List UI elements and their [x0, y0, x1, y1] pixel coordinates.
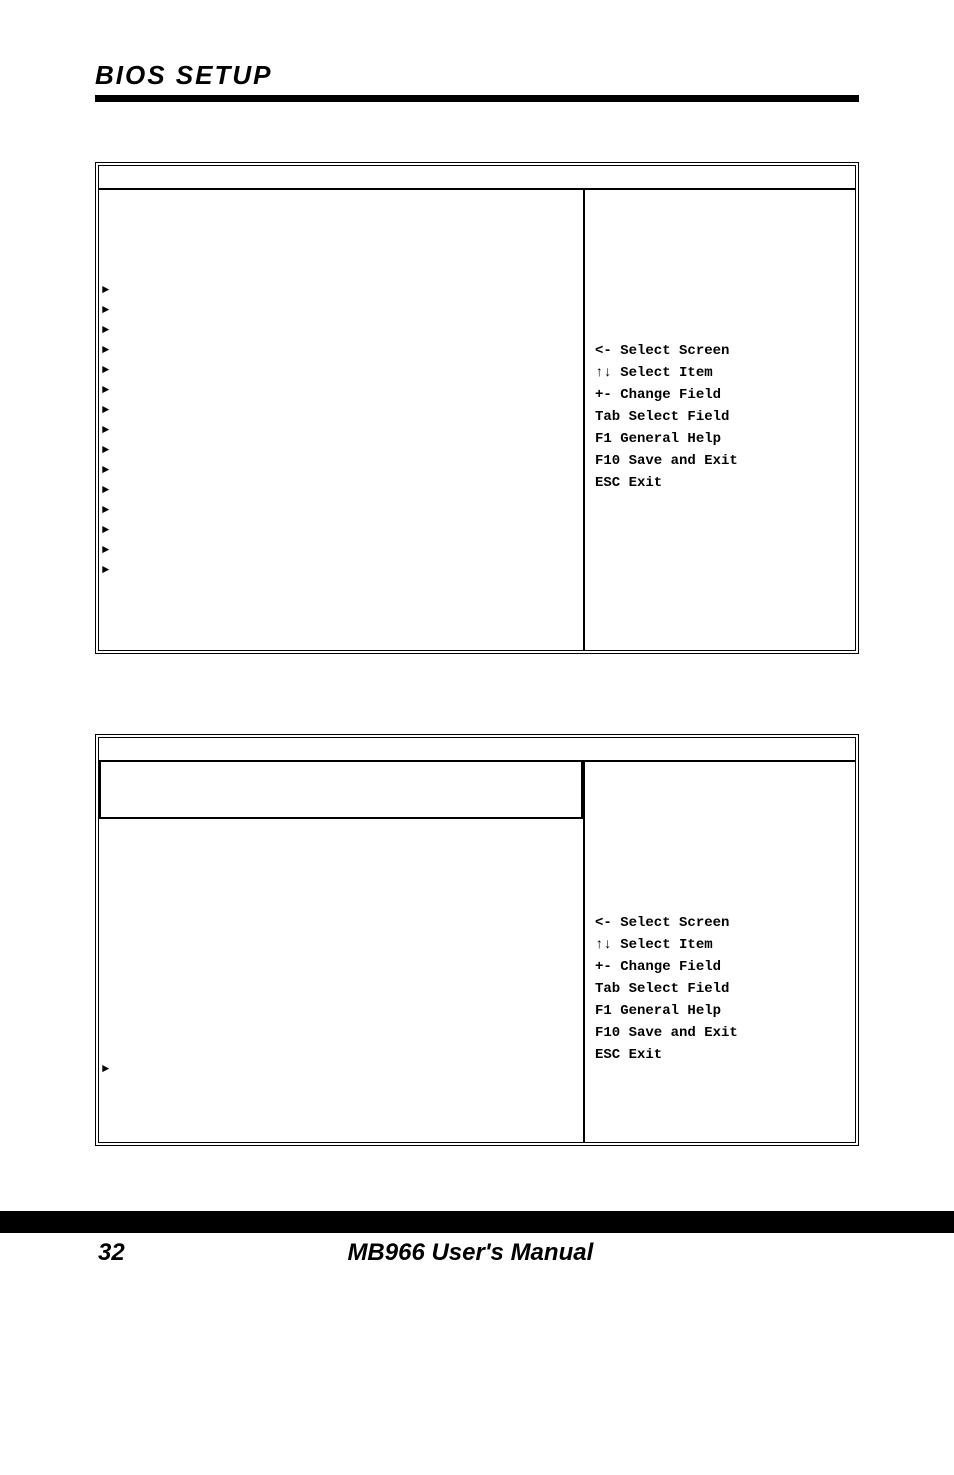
- bios-2-top-box: [99, 762, 583, 819]
- manual-title: MB966 User's Manual: [85, 1239, 856, 1267]
- help-line: ↑↓ Select Item: [595, 934, 840, 956]
- help-line: Tab Select Field: [595, 406, 840, 428]
- bios-screen-1: ► ► ► ► ► ► ► ► ► ► ► ► ► ► ► <- Select …: [95, 162, 859, 654]
- list-item: ►: [102, 320, 575, 340]
- list-item: ►: [102, 300, 575, 320]
- footer-band: [0, 1211, 954, 1233]
- list-item: ►: [102, 440, 575, 460]
- help-line: +- Change Field: [595, 956, 840, 978]
- header-rule: [95, 95, 859, 102]
- list-item: ►: [102, 420, 575, 440]
- list-item: ►: [102, 520, 575, 540]
- help-line: <- Select Screen: [595, 912, 840, 934]
- list-item: ►: [102, 340, 575, 360]
- help-line: F10 Save and Exit: [595, 1022, 840, 1044]
- list-item: ►: [102, 280, 575, 300]
- footer: 32 MB966 User's Manual: [95, 1239, 859, 1267]
- help-line: <- Select Screen: [595, 340, 840, 362]
- list-item: ►: [102, 540, 575, 560]
- help-line: F1 General Help: [595, 1000, 840, 1022]
- help-line: ↑↓ Select Item: [595, 362, 840, 384]
- bios-1-left: ► ► ► ► ► ► ► ► ► ► ► ► ► ► ►: [99, 190, 585, 650]
- list-item: ►: [102, 380, 575, 400]
- bios-1-header: [99, 166, 855, 190]
- help-line: +- Change Field: [595, 384, 840, 406]
- help-line: F10 Save and Exit: [595, 450, 840, 472]
- page-heading: BIOS SETUP: [95, 60, 859, 91]
- bios-1-help: <- Select Screen ↑↓ Select Item +- Chang…: [585, 190, 855, 650]
- bios-2-header: [99, 738, 855, 762]
- list-item: ►: [102, 400, 575, 420]
- list-item: ►: [102, 560, 575, 580]
- list-item: ►: [102, 460, 575, 480]
- list-item: ►: [102, 360, 575, 380]
- list-item: ►: [102, 1059, 575, 1079]
- list-item: ►: [102, 500, 575, 520]
- help-line: Tab Select Field: [595, 978, 840, 1000]
- list-item: ►: [102, 480, 575, 500]
- help-line: ESC Exit: [595, 472, 840, 494]
- help-line: ESC Exit: [595, 1044, 840, 1066]
- bios-2-left: ►: [99, 762, 585, 1142]
- bios-screen-2: ► <- Select Screen ↑↓ Select Item +- Cha…: [95, 734, 859, 1146]
- help-line: F1 General Help: [595, 428, 840, 450]
- bios-2-help: <- Select Screen ↑↓ Select Item +- Chang…: [585, 762, 855, 1142]
